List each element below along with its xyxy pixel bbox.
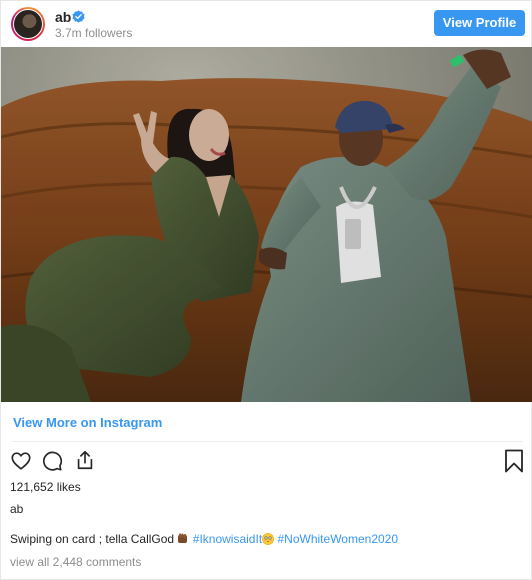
post-photo[interactable] <box>1 47 532 402</box>
divider <box>11 441 523 442</box>
comment-icon[interactable] <box>41 450 63 472</box>
username[interactable]: ab <box>55 9 71 25</box>
hashtag-link[interactable]: #IknowisaidIt <box>193 532 262 546</box>
share-icon[interactable] <box>74 449 96 471</box>
follower-count: 3.7m followers <box>55 26 133 40</box>
hashtag-link[interactable]: #NoWhiteWomen2020 <box>278 532 399 546</box>
post-caption: Swiping on card ; tella CallGod #Iknowis… <box>10 532 398 546</box>
instagram-embed-card: ab 3.7m followers View Profile View More… <box>0 0 532 580</box>
raised-fist-emoji <box>178 533 188 543</box>
heart-icon[interactable] <box>10 450 32 472</box>
avatar[interactable] <box>11 7 45 41</box>
view-more-on-instagram-link[interactable]: View More on Instagram <box>13 415 162 430</box>
caption-text: Swiping on card ; tella CallGod <box>10 532 175 546</box>
bookmark-icon[interactable] <box>504 449 524 473</box>
verified-badge-icon <box>72 10 85 23</box>
view-all-comments-link[interactable]: view all 2,448 comments <box>10 555 141 569</box>
view-profile-button[interactable]: View Profile <box>434 10 525 36</box>
post-owner-username[interactable]: ab <box>10 502 23 516</box>
flushed-face-emoji <box>262 533 275 545</box>
avatar-image <box>13 9 43 39</box>
like-count: 121,652 likes <box>10 480 81 494</box>
post-header: ab 3.7m followers View Profile <box>1 1 531 47</box>
